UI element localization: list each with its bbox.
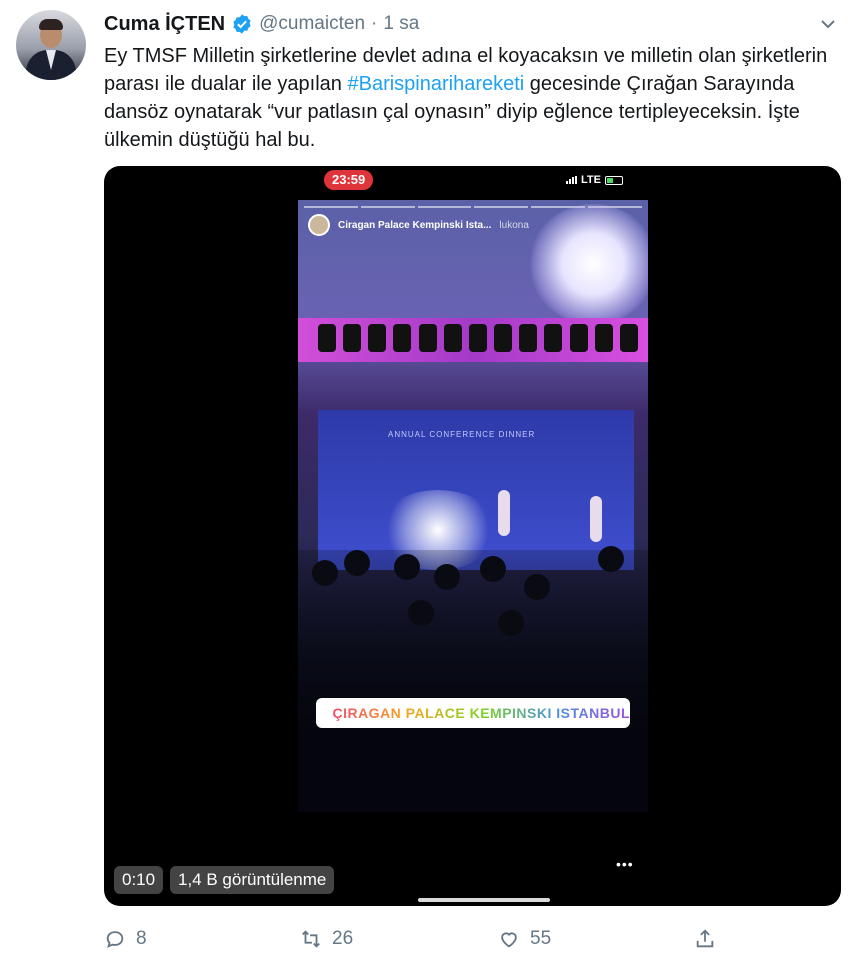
verified-badge-icon xyxy=(231,13,253,35)
stage-screen-text: ANNUAL CONFERENCE DINNER xyxy=(388,430,536,439)
chevron-down-icon[interactable] xyxy=(818,14,838,34)
location-sticker: ÇIRAGAN PALACE KEMPINSKI ISTANBUL xyxy=(316,698,630,728)
more-options-indicator[interactable]: ••• xyxy=(616,856,634,872)
retweet-icon xyxy=(302,930,320,948)
retweet-count: 26 xyxy=(332,928,354,949)
separator-dot: · xyxy=(371,13,378,34)
video-time: 0:10 xyxy=(114,866,164,894)
tweet-timestamp[interactable]: 1 sa xyxy=(383,13,419,35)
story-user: lukona xyxy=(499,219,529,231)
audience xyxy=(298,546,648,812)
tweet-actions: 8 26 55 xyxy=(104,924,744,960)
retweet-button[interactable]: 26 xyxy=(300,928,353,950)
reply-icon xyxy=(106,931,124,948)
like-count: 55 xyxy=(530,928,552,949)
phone-clock: 23:59 xyxy=(324,170,374,190)
story-avatar xyxy=(308,214,330,236)
video-frame: Ciragan Palace Kempinski Ista... lukona … xyxy=(298,200,648,812)
avatar[interactable] xyxy=(16,10,86,80)
video-scrub-bar[interactable] xyxy=(418,898,550,902)
author-handle[interactable]: @cumaicten xyxy=(259,13,365,35)
network-label: LTE xyxy=(581,174,601,186)
phone-status: LTE xyxy=(566,174,623,186)
share-button[interactable] xyxy=(694,928,716,950)
dancer xyxy=(498,490,510,536)
story-location-header: Ciragan Palace Kempinski Ista... xyxy=(338,219,492,231)
reply-count: 8 xyxy=(136,928,147,949)
signal-bars-icon xyxy=(566,176,577,184)
tweet-text: Ey TMSF Milletin şirketlerine devlet adı… xyxy=(104,42,834,154)
view-count: 1,4 B görüntülenme xyxy=(170,866,335,894)
stage-lights xyxy=(318,324,638,352)
video-player[interactable]: 23:59 LTE Ciragan Palace Kempinski Ista.… xyxy=(104,166,841,906)
dancer xyxy=(590,496,602,542)
chandelier xyxy=(528,204,648,324)
tweet: Cuma İÇTEN @cumaicten · 1 sa Ey TMSF Mil… xyxy=(0,0,856,960)
tweet-header: Cuma İÇTEN @cumaicten · 1 sa xyxy=(104,9,419,39)
author-name[interactable]: Cuma İÇTEN xyxy=(104,13,225,36)
location-sticker-text: ÇIRAGAN PALACE KEMPINSKI ISTANBUL xyxy=(332,705,630,721)
battery-icon xyxy=(604,175,623,185)
hashtag-link[interactable]: #Barispinarihareketi xyxy=(347,73,524,95)
share-icon xyxy=(696,929,714,948)
story-header: Ciragan Palace Kempinski Ista... lukona xyxy=(308,214,529,236)
reply-button[interactable]: 8 xyxy=(104,928,147,950)
like-icon xyxy=(501,932,517,948)
like-button[interactable]: 55 xyxy=(498,928,551,950)
